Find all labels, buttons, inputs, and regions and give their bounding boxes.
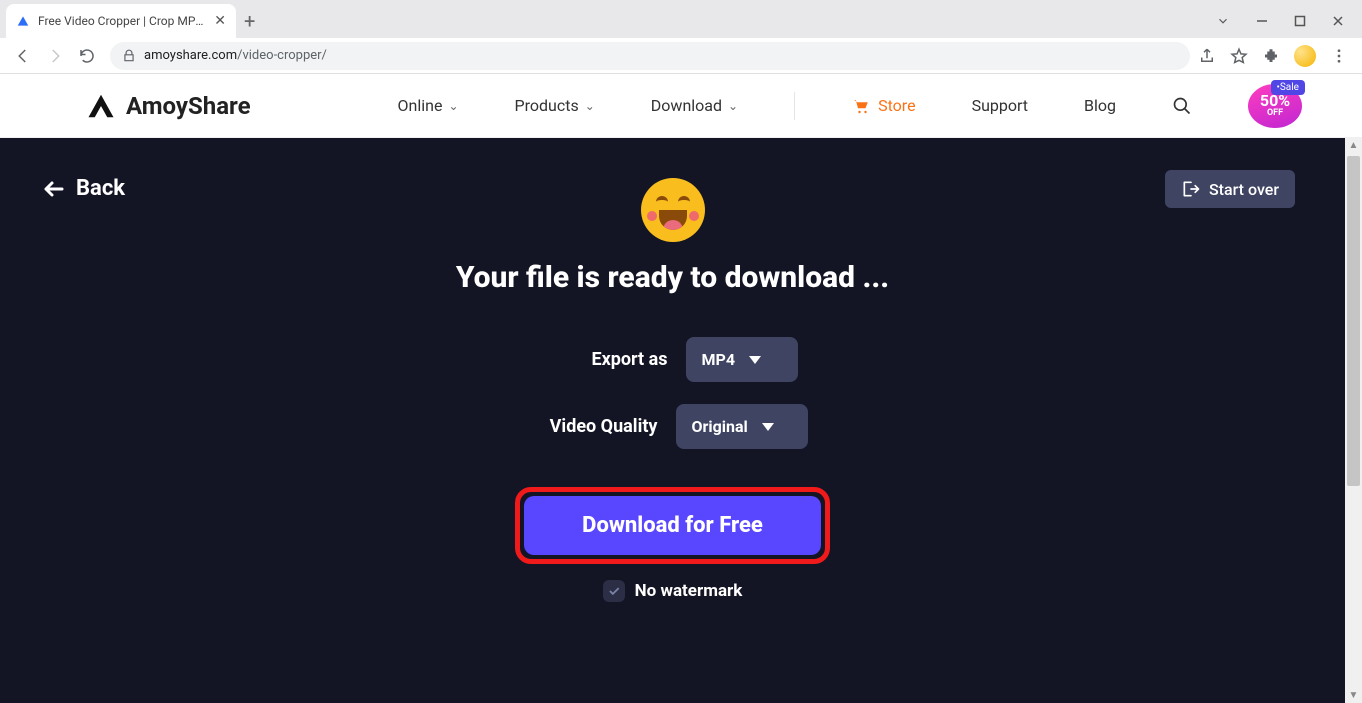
video-quality-select[interactable]: Original (676, 404, 808, 449)
quality-row: Video Quality Original (0, 404, 1345, 449)
search-button[interactable] (1172, 96, 1192, 116)
nav-download[interactable]: Download⌄ (651, 96, 738, 115)
chevron-down-icon: ⌄ (728, 99, 738, 113)
minimize-icon[interactable] (1256, 15, 1268, 27)
chevron-down-icon: ⌄ (448, 99, 458, 113)
tab-title: Free Video Cropper | Crop MP4 O (38, 14, 206, 28)
export-format-select[interactable]: MP4 (686, 337, 798, 382)
logo-icon (86, 91, 116, 121)
back-label: Back (76, 176, 125, 201)
logo[interactable]: AmoyShare (86, 91, 251, 121)
address-bar: amoyshare.com/video-cropper/ (0, 38, 1362, 74)
exit-icon (1181, 179, 1201, 199)
scrollbar[interactable]: ▲ ▼ (1345, 138, 1362, 703)
dropdown-arrow-icon (762, 423, 774, 431)
logo-text: AmoyShare (126, 92, 251, 120)
tab-bar: Free Video Cropper | Crop MP4 O ✕ + (0, 0, 1362, 38)
page-headline: Your file is ready to download ... (0, 260, 1345, 295)
url-field[interactable]: amoyshare.com/video-cropper/ (110, 42, 1190, 70)
sale-badge[interactable]: 50% OFF •Sale (1248, 84, 1302, 128)
cta-wrap: Download for Free No watermark (0, 487, 1345, 602)
new-tab-button[interactable]: + (244, 11, 255, 31)
nav-support[interactable]: Support (972, 96, 1028, 115)
sale-percent: 50% (1260, 93, 1290, 109)
sale-pill: •Sale (1271, 80, 1306, 95)
start-over-button[interactable]: Start over (1165, 170, 1295, 208)
no-watermark-label: No watermark (635, 581, 743, 601)
cart-icon (851, 97, 871, 115)
export-label: Export as (548, 349, 668, 370)
url-text: amoyshare.com/video-cropper/ (144, 48, 327, 63)
maximize-icon[interactable] (1294, 15, 1306, 27)
close-window-icon[interactable] (1332, 15, 1344, 27)
export-row: Export as MP4 (0, 337, 1345, 382)
forward-icon[interactable] (46, 47, 64, 65)
sale-off: OFF (1267, 109, 1283, 118)
video-quality-value: Original (692, 417, 748, 436)
chevron-down-icon: ⌄ (585, 99, 595, 113)
export-format-value: MP4 (702, 350, 736, 369)
scroll-down-icon[interactable]: ▼ (1345, 690, 1362, 701)
main-area: ▲ ▼ Back Start over Your file is ready t… (0, 138, 1362, 703)
quality-label: Video Quality (538, 416, 658, 437)
extensions-icon[interactable] (1262, 47, 1280, 65)
nav-divider (794, 92, 795, 120)
nav-online[interactable]: Online⌄ (398, 96, 459, 115)
star-icon[interactable] (1230, 47, 1248, 65)
nav-blog[interactable]: Blog (1084, 96, 1116, 115)
arrow-left-icon (42, 177, 66, 201)
emoji-happy-icon (641, 178, 705, 242)
main-nav: Online⌄ Products⌄ Download⌄ Store Suppor… (398, 84, 1302, 128)
share-icon[interactable] (1198, 47, 1216, 65)
lock-icon (122, 49, 136, 63)
search-icon (1172, 96, 1192, 116)
no-watermark-checkbox[interactable] (603, 580, 625, 602)
scroll-up-icon[interactable]: ▲ (1345, 140, 1362, 151)
reload-icon[interactable] (78, 47, 96, 65)
browser-tab[interactable]: Free Video Cropper | Crop MP4 O ✕ (6, 4, 236, 38)
download-for-free-button[interactable]: Download for Free (524, 496, 821, 555)
nav-store[interactable]: Store (851, 96, 915, 115)
window-controls (1216, 14, 1358, 28)
annotation-highlight: Download for Free (515, 487, 830, 564)
profile-avatar[interactable] (1294, 45, 1316, 67)
check-icon (607, 584, 621, 598)
favicon-amoyshare (16, 14, 30, 28)
scrollbar-thumb[interactable] (1347, 156, 1360, 486)
back-icon[interactable] (14, 47, 32, 65)
no-watermark-row: No watermark (603, 580, 743, 602)
chevron-down-icon[interactable] (1216, 14, 1230, 28)
menu-dots-icon[interactable] (1330, 47, 1348, 65)
nav-products[interactable]: Products⌄ (515, 96, 595, 115)
close-tab-icon[interactable]: ✕ (214, 13, 226, 29)
start-over-label: Start over (1209, 180, 1279, 199)
back-button[interactable]: Back (42, 176, 125, 201)
site-header: AmoyShare Online⌄ Products⌄ Download⌄ St… (0, 74, 1362, 138)
dropdown-arrow-icon (749, 356, 761, 364)
